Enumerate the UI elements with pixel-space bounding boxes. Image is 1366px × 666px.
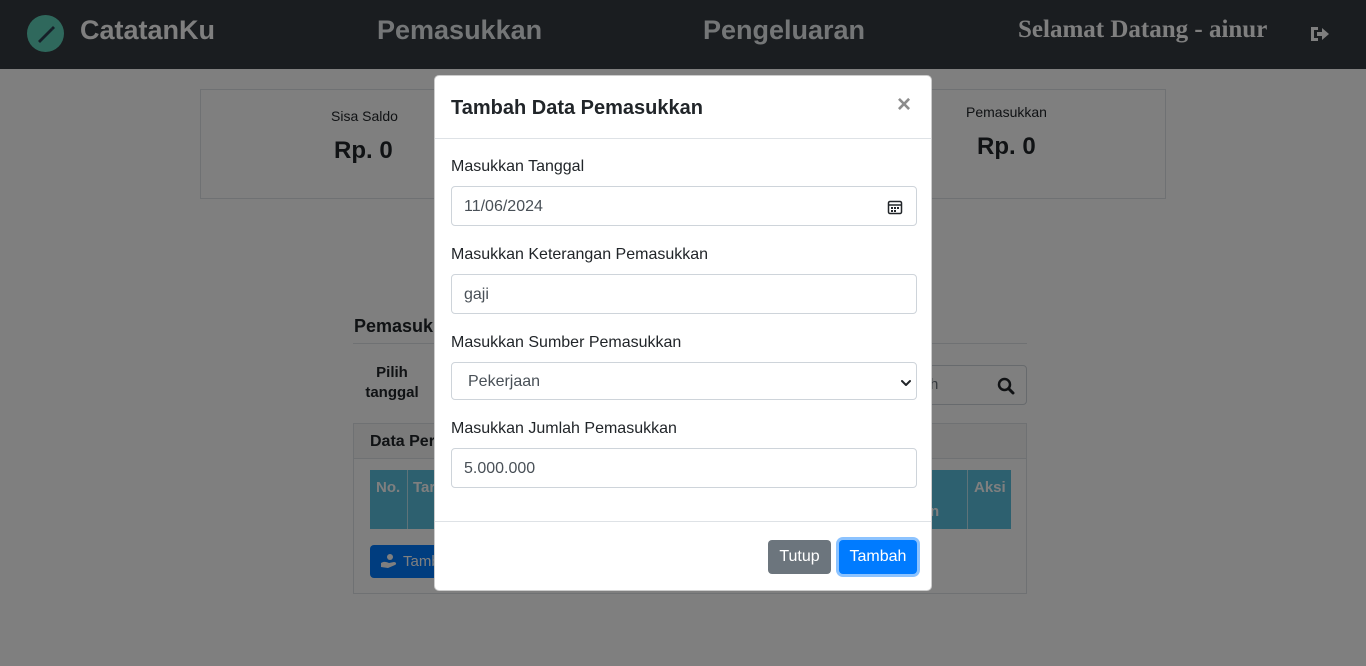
description-input[interactable]: gaji: [451, 274, 917, 314]
source-select[interactable]: Pekerjaan: [451, 362, 917, 400]
calendar-icon[interactable]: [887, 199, 903, 220]
description-label: Masukkan Keterangan Pemasukkan: [451, 246, 709, 263]
amount-input[interactable]: 5.000.000: [451, 448, 917, 488]
close-icon[interactable]: ×: [897, 93, 911, 117]
amount-value: 5.000.000: [464, 460, 536, 477]
amount-label: Masukkan Jumlah Pemasukkan: [451, 420, 677, 437]
chevron-down-icon: [900, 376, 912, 394]
add-income-modal: Tambah Data Pemasukkan × Masukkan Tangga…: [434, 75, 932, 591]
modal-title: Tambah Data Pemasukkan: [451, 97, 703, 119]
date-label: Masukkan Tanggal: [451, 158, 585, 175]
date-input[interactable]: 11/06/2024: [451, 186, 917, 226]
submit-button[interactable]: Tambah: [839, 540, 917, 574]
description-value: gaji: [464, 286, 489, 303]
modal-header: Tambah Data Pemasukkan ×: [435, 76, 931, 139]
modal-footer-divider: [435, 521, 931, 522]
date-value: 11/06/2024: [464, 198, 543, 215]
close-button[interactable]: Tutup: [768, 540, 831, 574]
source-value: Pekerjaan: [468, 373, 541, 390]
source-label: Masukkan Sumber Pemasukkan: [451, 334, 682, 351]
